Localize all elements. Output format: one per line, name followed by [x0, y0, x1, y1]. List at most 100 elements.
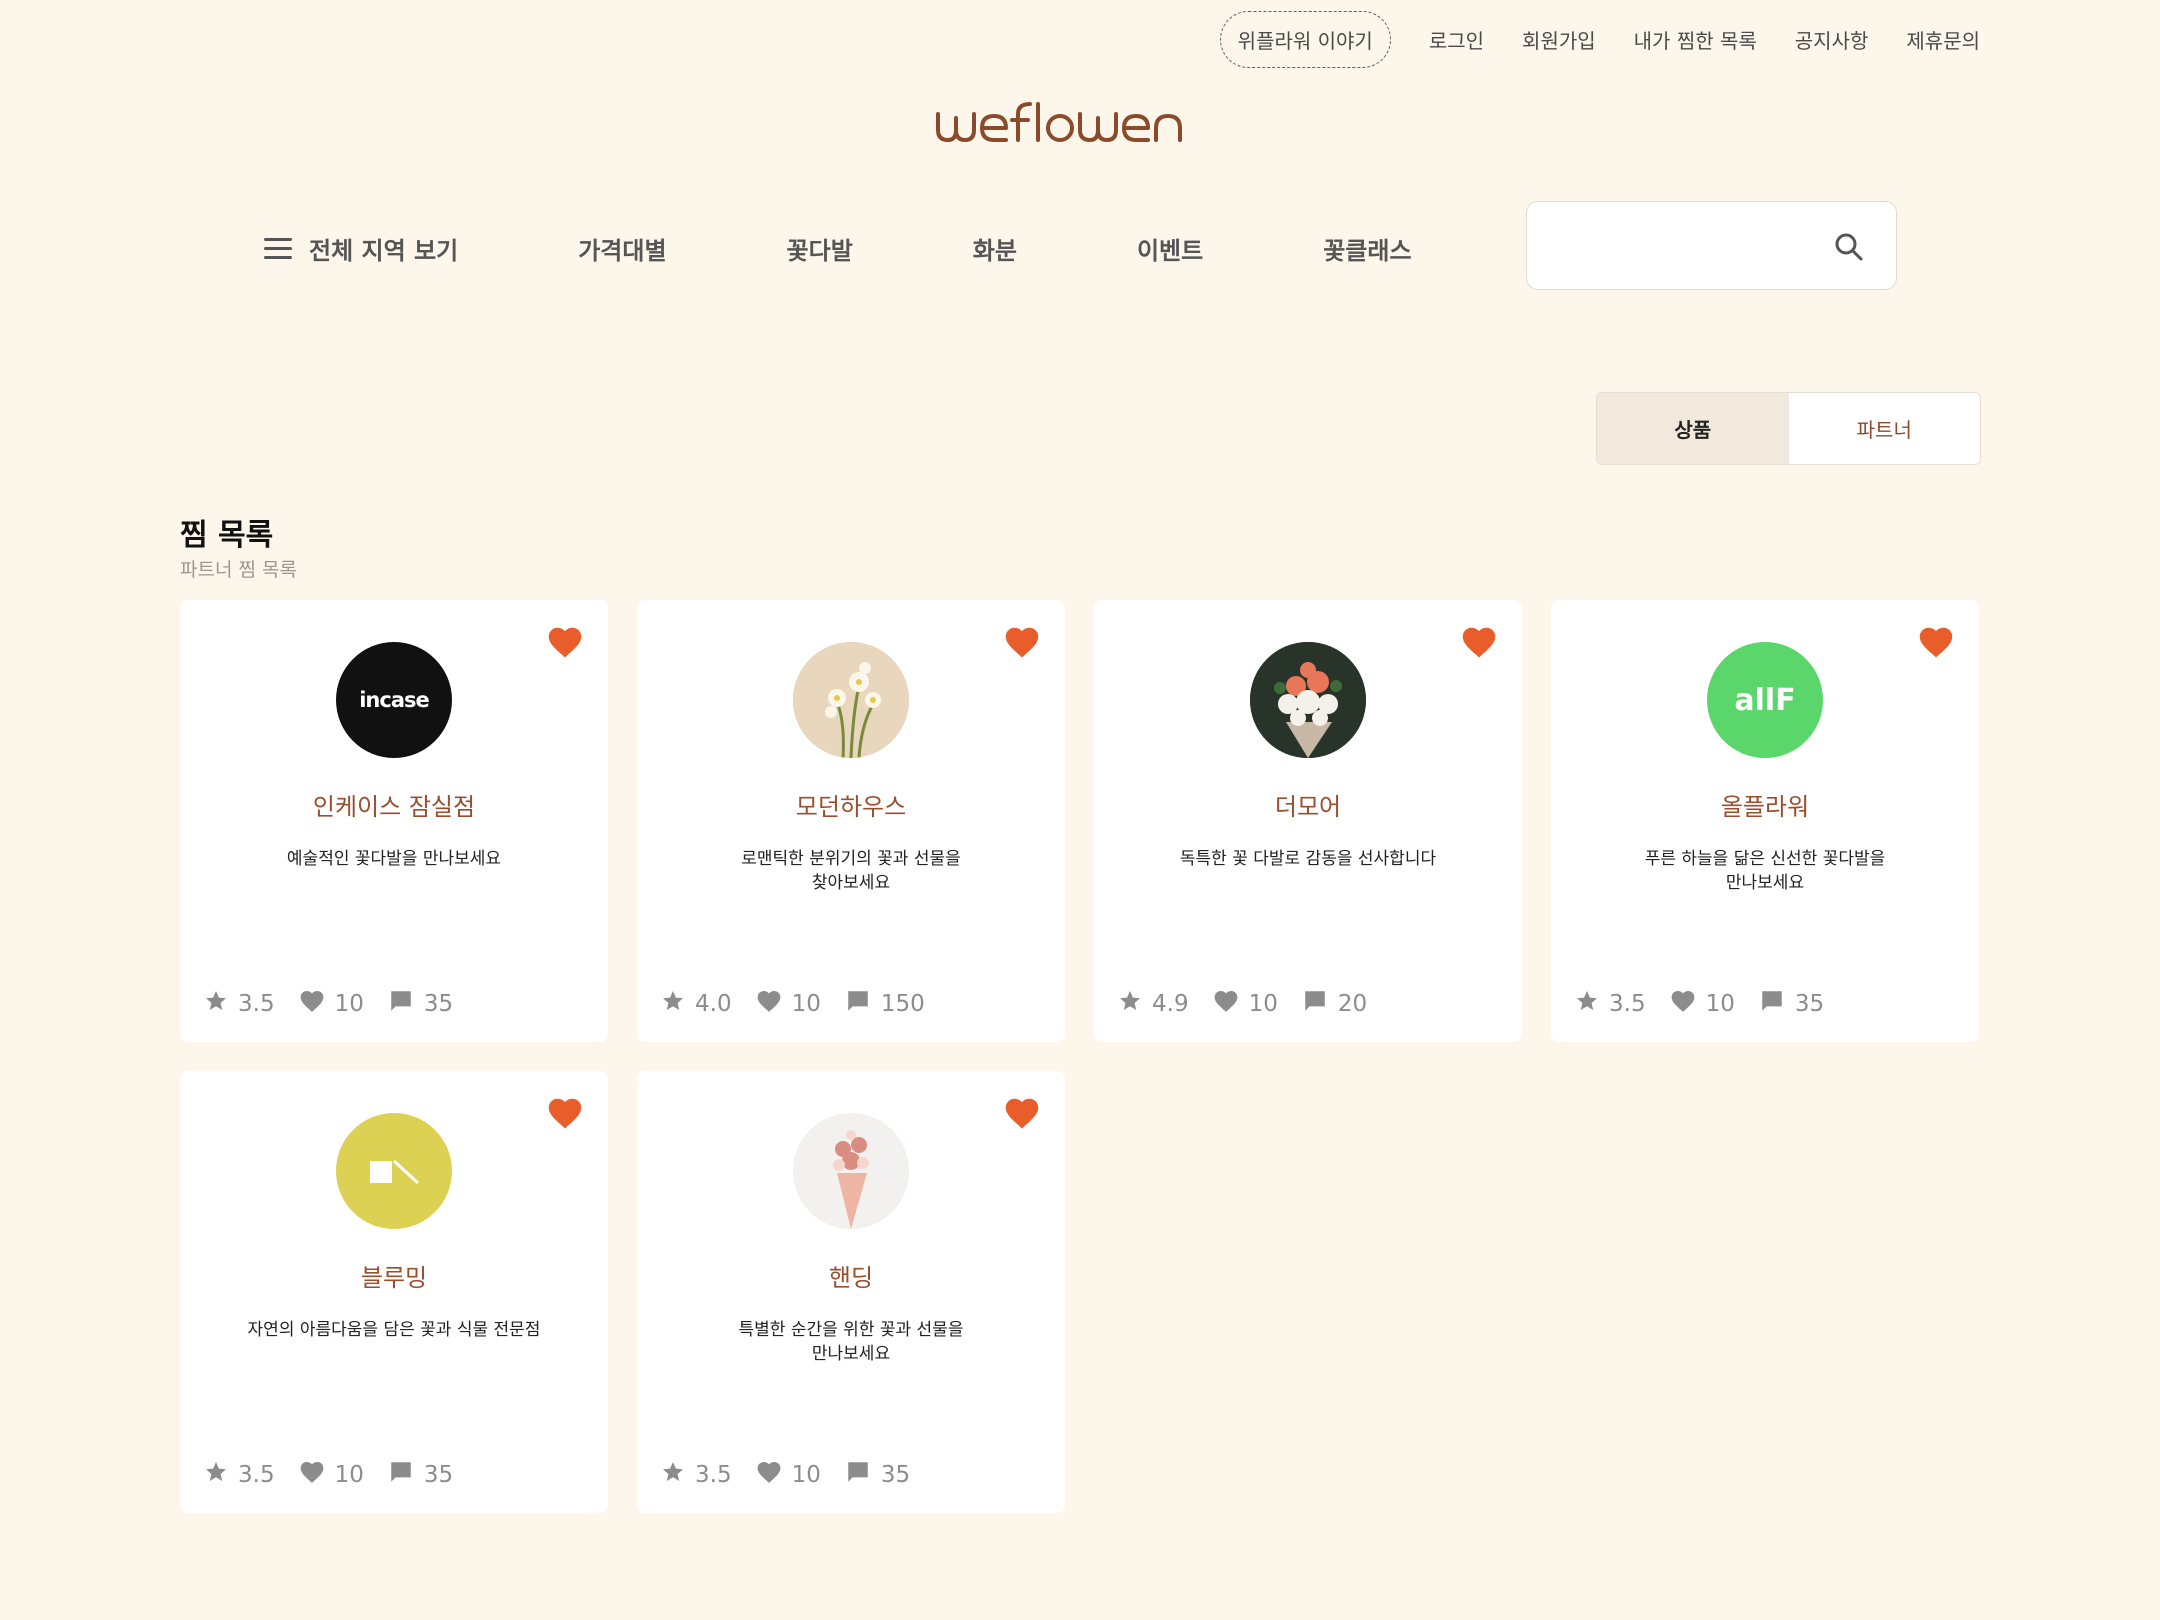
partner-name[interactable]: 인케이스 잠실점: [180, 787, 608, 822]
heart-outline-icon: [756, 1460, 782, 1490]
comment-icon: [1759, 988, 1785, 1020]
partner-stats: 3.5 10 35: [204, 1459, 586, 1491]
reviews-count: 35: [423, 991, 454, 1017]
heart-outline-icon: [299, 1460, 325, 1490]
likes-count: 10: [1248, 991, 1278, 1017]
heart-icon[interactable]: [1003, 625, 1041, 663]
partner-stats: 3.5 10 35: [1575, 988, 1957, 1020]
likes-count: 10: [334, 1462, 364, 1488]
likes-count: 10: [334, 991, 364, 1017]
partner-card[interactable]: 모던하우스 로맨틱한 분위기의 꽃과 선물을 찾아보세요 4.0 10 150: [637, 600, 1065, 1042]
flower-photo: [793, 642, 909, 758]
partner-desc: 독특한 꽃 다발로 감동을 선사합니다: [1179, 849, 1437, 869]
tab-product[interactable]: 상품: [1597, 393, 1789, 464]
star-icon: [661, 989, 685, 1019]
main-nav: 전체 지역 보기 가격대별 꽃다발 화분 이벤트 꽃클래스: [264, 231, 1412, 266]
weflower-logo[interactable]: [934, 100, 1230, 150]
partner-stats: 3.5 10 35: [661, 1459, 1043, 1491]
rating-value: 3.5: [1609, 991, 1646, 1017]
reviews-count: 150: [880, 991, 925, 1017]
search-icon[interactable]: [1834, 232, 1864, 266]
partner-card[interactable]: incase 인케이스 잠실점 예술적인 꽃다발을 만나보세요 3.5 10 3…: [180, 600, 608, 1042]
partner-stats: 4.9 10 20: [1118, 988, 1500, 1020]
rating-value: 4.0: [695, 991, 732, 1017]
star-icon: [204, 989, 228, 1019]
partner-card[interactable]: 블루밍 자연의 아름다움을 담은 꽃과 식물 전문점 3.5 10 35: [180, 1071, 608, 1513]
reviews-count: 20: [1337, 991, 1368, 1017]
rating-value: 3.5: [238, 1462, 275, 1488]
reviews-count: 35: [1794, 991, 1825, 1017]
signup-link[interactable]: 회원가입: [1522, 25, 1596, 54]
heart-outline-icon: [756, 989, 782, 1019]
partner-name[interactable]: 모던하우스: [637, 787, 1065, 822]
partner-name[interactable]: 올플라워: [1551, 787, 1979, 822]
partner-desc: 예술적인 꽃다발을 만나보세요: [286, 849, 502, 869]
star-icon: [204, 1460, 228, 1490]
comment-icon: [1302, 988, 1328, 1020]
heart-icon[interactable]: [1460, 625, 1498, 663]
heart-icon[interactable]: [546, 1096, 584, 1134]
partner-name[interactable]: 블루밍: [180, 1258, 608, 1293]
likes-count: 10: [791, 1462, 821, 1488]
avatar: allF: [1707, 642, 1823, 758]
logo-wrap: [0, 100, 2160, 150]
rating-value: 3.5: [238, 991, 275, 1017]
notice-link[interactable]: 공지사항: [1795, 25, 1869, 54]
partner-desc: 자연의 아름다움을 담은 꽃과 식물 전문점: [247, 1320, 541, 1340]
wishlist-link[interactable]: 내가 찜한 목록: [1634, 25, 1757, 54]
story-link[interactable]: 위플라워 이야기: [1219, 11, 1391, 68]
partner-desc: 특별한 순간을 위한 꽃과 선물을 만나보세요: [738, 1320, 964, 1364]
tab-partner[interactable]: 파트너: [1789, 393, 1981, 464]
nav-pot[interactable]: 화분: [973, 231, 1017, 266]
comment-icon: [845, 1459, 871, 1491]
star-icon: [1118, 989, 1142, 1019]
search-box: [1526, 201, 1897, 290]
comment-icon: [388, 1459, 414, 1491]
search-input[interactable]: [1547, 222, 1807, 270]
incase-logo: incase: [359, 688, 430, 712]
login-link[interactable]: 로그인: [1429, 25, 1484, 54]
partner-name[interactable]: 핸딩: [637, 1258, 1065, 1293]
heart-icon[interactable]: [1917, 625, 1955, 663]
heart-outline-icon: [1670, 989, 1696, 1019]
partnership-link[interactable]: 제휴문의: [1906, 25, 1980, 54]
partner-card[interactable]: 핸딩 특별한 순간을 위한 꽃과 선물을 만나보세요 3.5 10 35: [637, 1071, 1065, 1513]
blooming-logo: [336, 1113, 452, 1229]
top-utility-nav: 위플라워 이야기 로그인 회원가입 내가 찜한 목록 공지사항 제휴문의: [1219, 11, 1980, 68]
partner-stats: 3.5 10 35: [204, 988, 586, 1020]
reviews-count: 35: [423, 1462, 454, 1488]
partner-name[interactable]: 더모어: [1094, 787, 1522, 822]
bouquet-photo: [1250, 642, 1366, 758]
partner-card[interactable]: allF 올플라워 푸른 하늘을 닮은 신선한 꽃다발을 만나보세요 3.5 1…: [1551, 600, 1979, 1042]
partner-card[interactable]: 더모어 독특한 꽃 다발로 감동을 선사합니다 4.9 10 20: [1094, 600, 1522, 1042]
menu-icon[interactable]: [264, 238, 292, 259]
reviews-count: 35: [880, 1462, 911, 1488]
wishlist-type-toggle: 상품 파트너: [1596, 392, 1981, 465]
rating-value: 3.5: [695, 1462, 732, 1488]
rating-value: 4.9: [1152, 991, 1189, 1017]
star-icon: [661, 1460, 685, 1490]
comment-icon: [388, 988, 414, 1020]
nav-event[interactable]: 이벤트: [1137, 231, 1203, 266]
likes-count: 10: [1705, 991, 1735, 1017]
nav-price[interactable]: 가격대별: [578, 231, 666, 266]
likes-count: 10: [791, 991, 821, 1017]
page: 위플라워 이야기 로그인 회원가입 내가 찜한 목록 공지사항 제휴문의 전체 …: [0, 0, 2160, 1620]
heart-icon[interactable]: [546, 625, 584, 663]
comment-icon: [845, 988, 871, 1020]
allf-logo: allF: [1734, 682, 1796, 718]
nav-bouquet[interactable]: 꽃다발: [787, 231, 853, 266]
pink-bouquet-photo: [793, 1113, 909, 1229]
heart-outline-icon: [299, 989, 325, 1019]
heart-outline-icon: [1213, 989, 1239, 1019]
heart-icon[interactable]: [1003, 1096, 1041, 1134]
partner-stats: 4.0 10 150: [661, 988, 1043, 1020]
page-subtitle: 파트너 찜 목록: [180, 559, 297, 581]
partner-desc: 푸른 하늘을 닮은 신선한 꽃다발을 만나보세요: [1644, 849, 1886, 893]
avatar: incase: [336, 642, 452, 758]
star-icon: [1575, 989, 1599, 1019]
page-title: 찜 목록: [180, 518, 274, 553]
partner-desc: 로맨틱한 분위기의 꽃과 선물을 찾아보세요: [741, 849, 961, 893]
nav-all-regions[interactable]: 전체 지역 보기: [309, 231, 458, 266]
nav-class[interactable]: 꽃클래스: [1323, 231, 1411, 266]
